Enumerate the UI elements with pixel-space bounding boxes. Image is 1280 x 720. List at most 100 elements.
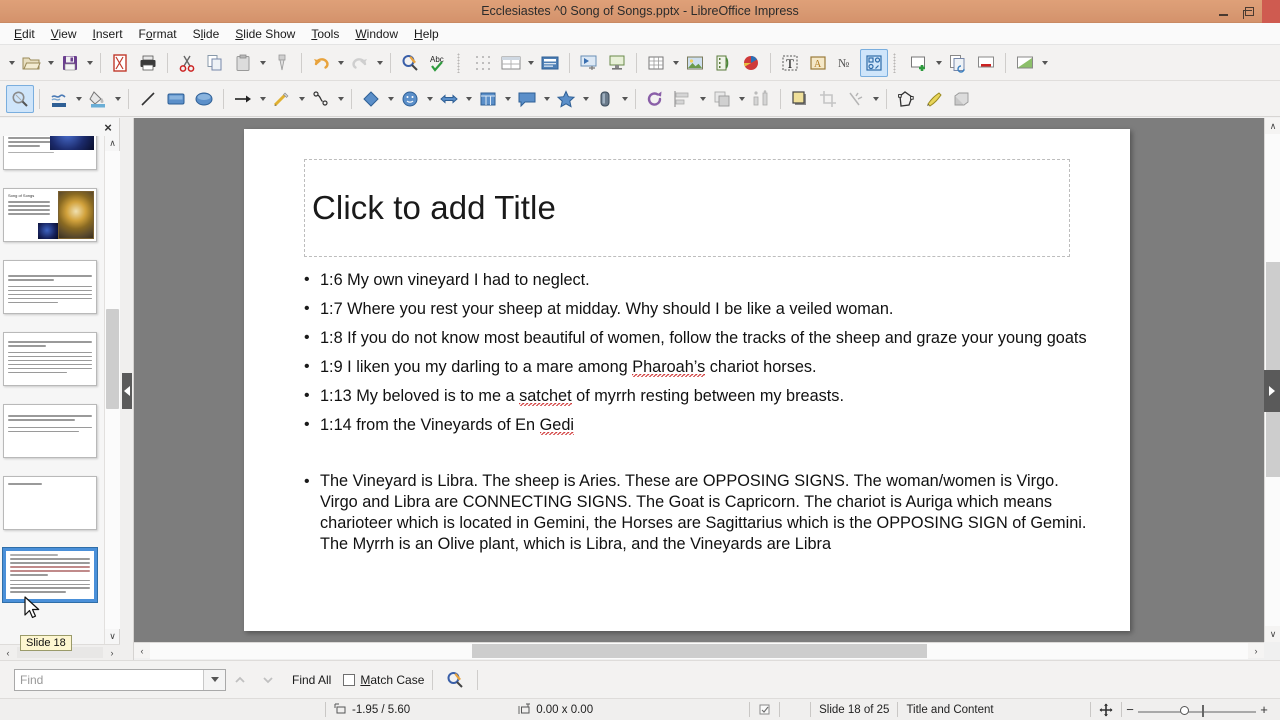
menu-tools[interactable]: Tools	[303, 25, 347, 43]
block-arrows-icon[interactable]	[435, 85, 463, 113]
scroll-thumb[interactable]	[106, 309, 119, 409]
insert-table-dropdown[interactable]	[670, 49, 681, 77]
scroll-up-icon[interactable]: ∧	[1265, 118, 1280, 134]
rectangle-icon[interactable]	[162, 85, 190, 113]
callout-shapes-icon[interactable]	[513, 85, 541, 113]
chevron-down-icon[interactable]	[203, 669, 225, 690]
insert-table-icon[interactable]	[642, 49, 670, 77]
lines-and-arrows-dropdown[interactable]	[257, 85, 268, 113]
paste-dropdown[interactable]	[257, 49, 268, 77]
filter-icon[interactable]	[842, 85, 870, 113]
delete-slide-icon[interactable]	[972, 49, 1000, 77]
menu-format[interactable]: Format	[131, 25, 185, 43]
find-combobox[interactable]	[14, 668, 226, 691]
3d-objects-icon[interactable]	[591, 85, 619, 113]
symbol-shapes-icon[interactable]	[396, 85, 424, 113]
search-input[interactable]	[15, 669, 203, 690]
basic-shapes-icon[interactable]	[357, 85, 385, 113]
horizontal-scrollbar[interactable]: ‹ ›	[134, 642, 1264, 659]
paste-icon[interactable]	[229, 49, 257, 77]
insert-text-box-icon[interactable]: T	[776, 49, 804, 77]
curves-and-polygons-icon[interactable]	[268, 85, 296, 113]
flowchart-shapes-dropdown[interactable]	[502, 85, 513, 113]
open-icon[interactable]	[17, 49, 45, 77]
menu-edit[interactable]: Edit	[6, 25, 43, 43]
stars-shapes-icon[interactable]	[552, 85, 580, 113]
new-slide-icon[interactable]	[905, 49, 933, 77]
find-all-button[interactable]: Find All	[292, 673, 331, 687]
scroll-track[interactable]	[105, 151, 120, 629]
show-draw-functions-icon[interactable]	[860, 48, 888, 77]
horizontal-scroll-track[interactable]	[150, 643, 1248, 659]
new-slide-dropdown[interactable]	[933, 49, 944, 77]
slide-thumbnail[interactable]: Song of Songs	[3, 188, 97, 242]
checkbox-box[interactable]	[343, 673, 356, 686]
copy-icon[interactable]	[201, 49, 229, 77]
content-placeholder[interactable]: • 1:6 My own vineyard I had to neglect. …	[304, 269, 1090, 562]
basic-shapes-dropdown[interactable]	[385, 85, 396, 113]
slide-info-field[interactable]: Slide 18 of 25	[811, 699, 897, 720]
slide-thumbnail[interactable]	[3, 136, 97, 170]
insert-image-icon[interactable]	[681, 49, 709, 77]
align-objects-dropdown[interactable]	[697, 85, 708, 113]
find-previous-icon[interactable]	[226, 667, 254, 693]
cut-icon[interactable]	[173, 49, 201, 77]
sidebar-collapse-handle[interactable]	[1264, 370, 1280, 412]
zoom-slider[interactable]: − +	[1122, 702, 1272, 717]
show-gluepoint-functions-icon[interactable]	[920, 85, 948, 113]
rotate-icon[interactable]	[641, 85, 669, 113]
display-views-icon[interactable]	[497, 49, 525, 77]
spelling-icon[interactable]: Abc	[424, 49, 452, 77]
panel-collapse-handle[interactable]	[122, 373, 132, 409]
save-dropdown[interactable]	[84, 49, 95, 77]
edit-points-icon[interactable]	[892, 85, 920, 113]
menu-view[interactable]: View	[43, 25, 85, 43]
bullet-item[interactable]: • 1:6 My own vineyard I had to neglect.	[304, 269, 1090, 291]
start-from-first-slide-icon[interactable]	[575, 49, 603, 77]
symbol-shapes-dropdown[interactable]	[424, 85, 435, 113]
insert-line-icon[interactable]	[134, 85, 162, 113]
select-icon[interactable]	[6, 84, 34, 113]
curves-and-polygons-dropdown[interactable]	[296, 85, 307, 113]
close-icon[interactable]: ×	[100, 119, 116, 135]
shadow-icon[interactable]	[786, 85, 814, 113]
panel-scroll-left-icon[interactable]: ‹	[0, 645, 16, 661]
print-icon[interactable]	[134, 49, 162, 77]
object-size-field[interactable]: 0.00 x 0.00	[510, 699, 601, 720]
undo-icon[interactable]	[307, 49, 335, 77]
scroll-left-icon[interactable]: ‹	[134, 643, 150, 659]
export-pdf-icon[interactable]	[106, 49, 134, 77]
slide-work-area[interactable]: Click to add Title • 1:6 My own vineyard…	[134, 118, 1264, 642]
duplicate-slide-icon[interactable]	[944, 49, 972, 77]
slide-thumbnail[interactable]	[3, 332, 97, 386]
insert-chart-icon[interactable]	[737, 49, 765, 77]
insert-special-character-icon[interactable]: №	[832, 49, 860, 77]
undo-dropdown[interactable]	[335, 49, 346, 77]
menu-slide-show[interactable]: Slide Show	[227, 25, 303, 43]
slide-thumbnail[interactable]	[3, 404, 97, 458]
slide-thumbnail[interactable]	[3, 260, 97, 314]
block-arrows-dropdown[interactable]	[463, 85, 474, 113]
find-and-replace-icon[interactable]	[441, 666, 469, 694]
slide-layout-icon[interactable]	[1011, 49, 1039, 77]
arrange-dropdown[interactable]	[736, 85, 747, 113]
zoom-in-button[interactable]: +	[1256, 702, 1272, 717]
minimize-button[interactable]	[1210, 0, 1236, 23]
close-button[interactable]	[1262, 0, 1280, 23]
display-grid-icon[interactable]	[469, 49, 497, 77]
panel-scroll-right-icon[interactable]: ›	[104, 645, 120, 661]
master-slide-icon[interactable]	[536, 49, 564, 77]
scroll-right-icon[interactable]: ›	[1248, 643, 1264, 659]
save-icon[interactable]	[56, 49, 84, 77]
arrange-icon[interactable]	[708, 85, 736, 113]
bullet-item[interactable]: • 1:14 from the Vineyards of En Gedi	[304, 414, 1090, 437]
menu-help[interactable]: Help	[406, 25, 447, 43]
line-color-dropdown[interactable]	[73, 85, 84, 113]
slide-panel-scrollbar[interactable]: ∧ ∨	[104, 136, 120, 644]
bullet-item[interactable]: • 1:13 My beloved is to me a satchet of …	[304, 385, 1090, 408]
modified-status-field[interactable]	[750, 699, 779, 720]
zoom-track[interactable]	[1138, 711, 1256, 713]
redo-dropdown[interactable]	[374, 49, 385, 77]
connectors-icon[interactable]	[307, 85, 335, 113]
flowchart-shapes-icon[interactable]	[474, 85, 502, 113]
